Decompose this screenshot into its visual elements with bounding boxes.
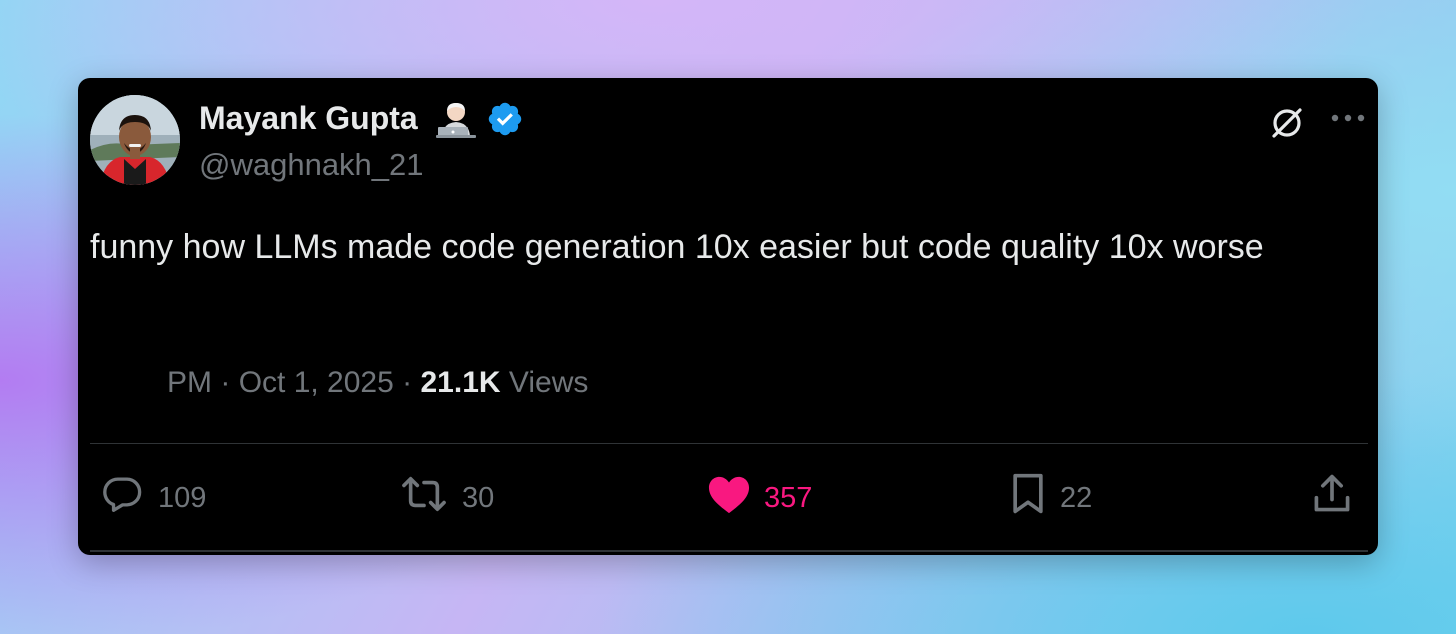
tweet-date[interactable]: Oct 1, 2025 — [239, 366, 394, 399]
repost-count: 30 — [462, 481, 495, 514]
verified-badge-icon — [486, 100, 524, 143]
technologist-emoji-icon — [434, 102, 478, 143]
meta-separator: · — [220, 366, 231, 399]
bookmark-icon — [1008, 472, 1048, 524]
tweet-text: funny how LLMs made code generation 10x … — [90, 228, 1264, 266]
reply-icon — [100, 473, 146, 523]
tweet-time[interactable]: PM — [167, 366, 212, 399]
views-label: Views — [508, 366, 589, 399]
handle[interactable]: @waghnakh_21 — [199, 147, 424, 183]
display-name[interactable]: Mayank Gupta — [199, 100, 418, 137]
like-count: 357 — [764, 481, 813, 514]
repost-button[interactable]: 30 — [398, 476, 494, 520]
views-count: 21.1K — [420, 366, 501, 399]
bottom-divider — [90, 550, 1368, 552]
bookmark-count: 22 — [1060, 481, 1093, 514]
share-icon — [1310, 472, 1354, 524]
heart-icon — [706, 473, 752, 523]
more-icon[interactable] — [1330, 111, 1366, 130]
divider — [90, 443, 1368, 444]
repost-icon — [398, 473, 450, 523]
avatar[interactable] — [90, 95, 180, 185]
share-button[interactable] — [1310, 474, 1354, 520]
grok-icon[interactable] — [1266, 102, 1308, 149]
tweet-meta: PM · Oct 1, 2025 · 21.1K Views — [167, 366, 588, 400]
reply-button[interactable]: 109 — [100, 476, 206, 520]
tweet-card: Mayank Gupta @waghnakh_21 funny how LLMs… — [78, 78, 1378, 555]
reply-count: 109 — [158, 481, 207, 514]
meta-separator: · — [402, 366, 413, 399]
bookmark-button[interactable]: 22 — [1008, 473, 1093, 520]
like-button[interactable]: 357 — [706, 476, 812, 520]
